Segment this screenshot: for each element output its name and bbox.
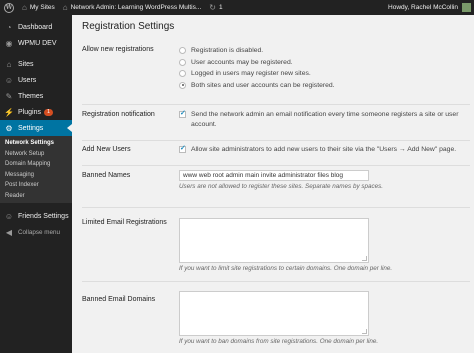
page-title: Registration Settings <box>82 21 175 32</box>
submenu-post-indexer[interactable]: Post Indexer <box>0 180 72 191</box>
limited-email-textarea[interactable] <box>179 218 369 263</box>
submenu-domain-mapping[interactable]: Domain Mapping <box>0 159 72 170</box>
radio-label: Both sites and user accounts can be regi… <box>191 81 335 89</box>
sidebar-item-label: Users <box>18 76 37 84</box>
add-new-users-label: Add New Users <box>82 146 131 153</box>
dashboard-icon: ◔ <box>6 22 12 32</box>
resize-handle-icon[interactable] <box>362 329 367 334</box>
sidebar-item-label: WPMU DEV <box>18 39 57 47</box>
my-sites-icon: ⌂ <box>22 3 27 12</box>
plugins-icon: ⚡ <box>4 107 14 117</box>
banned-email-textarea[interactable] <box>179 291 369 336</box>
radio-label: User accounts may be registered. <box>191 58 293 66</box>
submenu-network-settings[interactable]: Network Settings <box>0 138 72 149</box>
sidebar-item-label: Themes <box>18 92 44 100</box>
updates-icon: ↻ <box>209 3 216 12</box>
avatar <box>462 3 471 12</box>
registration-notification-checkbox[interactable] <box>179 109 186 119</box>
banned-email-label: Banned Email Domains <box>82 296 156 303</box>
sidebar-item-wpmudev[interactable]: ◉ WPMU DEV <box>0 35 72 51</box>
registration-option[interactable]: Both sites and user accounts can be regi… <box>179 80 469 92</box>
allow-registrations-options: Registration is disabled. User accounts … <box>179 45 469 91</box>
radio-button[interactable] <box>179 58 186 66</box>
sidebar-item-themes[interactable]: ✎ Themes <box>0 88 72 104</box>
wordpress-logo-icon: W <box>4 2 14 13</box>
sidebar-item-sites[interactable]: ⌂ Sites <box>0 56 72 72</box>
registration-option[interactable]: User accounts may be registered. <box>179 57 469 69</box>
banned-names-field: www web root admin main invite administr… <box>179 170 469 190</box>
settings-submenu: Network Settings Network Setup Domain Ma… <box>0 136 72 203</box>
updates-menu[interactable]: ↻ 1 <box>205 0 226 15</box>
add-new-users-field: Allow site administrators to add new use… <box>179 144 469 155</box>
banned-names-input[interactable]: www web root admin main invite administr… <box>179 170 369 181</box>
sidebar-item-friends-settings[interactable]: ☺ Friends Settings <box>0 208 72 224</box>
registration-option[interactable]: Logged in users may register new sites. <box>179 68 469 80</box>
banned-email-field: If you want to ban domains from site reg… <box>179 291 469 345</box>
divider <box>82 165 470 166</box>
friends-icon: ☺ <box>4 211 14 221</box>
checkbox-label: Send the network admin an email notifica… <box>191 111 459 128</box>
banned-email-description: If you want to ban domains from site reg… <box>179 338 379 345</box>
wp-logo-menu[interactable]: W <box>0 0 18 15</box>
checkbox-label: Allow site administrators to add new use… <box>191 146 457 153</box>
sidebar-item-label: Friends Settings <box>18 212 69 220</box>
sidebar-item-plugins[interactable]: ⚡ Plugins 1 <box>0 104 72 120</box>
submenu-reader[interactable]: Reader <box>0 191 72 202</box>
registration-option[interactable]: Registration is disabled. <box>179 45 469 57</box>
my-account-menu[interactable]: Howdy, Rachel McCollin <box>388 0 471 15</box>
resize-handle-icon[interactable] <box>362 256 367 261</box>
divider <box>82 104 470 105</box>
radio-label: Registration is disabled. <box>191 47 264 55</box>
registration-notification-label: Registration notification <box>82 111 155 118</box>
admin-sidebar: ◔ Dashboard ◉ WPMU DEV ⌂ Sites ☺ Users ✎… <box>0 15 72 353</box>
sites-icon: ⌂ <box>6 59 12 69</box>
sidebar-item-label: Settings <box>18 124 44 132</box>
radio-button[interactable] <box>179 47 186 55</box>
allow-registrations-label: Allow new registrations <box>82 46 154 53</box>
banned-names-description: Users are not allowed to register these … <box>179 183 384 190</box>
sidebar-item-users[interactable]: ☺ Users <box>0 72 72 88</box>
limited-email-label: Limited Email Registrations <box>82 219 167 226</box>
limited-email-field: If you want to limit site registrations … <box>179 218 469 272</box>
radio-button[interactable] <box>179 70 186 78</box>
sidebar-item-settings[interactable]: ⚙ Settings <box>0 120 72 136</box>
collapse-icon: ◀ <box>5 227 13 237</box>
radio-button[interactable] <box>179 81 186 89</box>
sidebar-item-label: Collapse menu <box>18 228 61 236</box>
sidebar-item-label: Sites <box>18 60 34 68</box>
divider <box>82 140 470 141</box>
admin-bar: W ⌂ My Sites ⌂ Network Admin: Learning W… <box>0 0 474 15</box>
home-icon: ⌂ <box>62 3 68 12</box>
my-sites-label: My Sites <box>29 4 55 11</box>
howdy-greeting: Howdy, Rachel McCollin <box>388 4 458 11</box>
submenu-network-setup[interactable]: Network Setup <box>0 149 72 160</box>
settings-icon: ⚙ <box>5 123 13 133</box>
banned-names-label: Banned Names <box>82 172 131 179</box>
wpmudev-icon: ◉ <box>5 38 13 48</box>
themes-icon: ✎ <box>5 91 13 101</box>
sidebar-item-label: Plugins <box>18 108 41 116</box>
add-new-users-checkbox[interactable] <box>179 144 186 154</box>
registration-notification-field: Send the network admin an email notifica… <box>179 109 469 129</box>
sidebar-item-label: Dashboard <box>18 23 53 31</box>
limited-email-description: If you want to limit site registrations … <box>179 265 393 272</box>
plugins-update-badge: 1 <box>43 108 54 116</box>
main-content: Registration Settings Allow new registra… <box>72 15 474 353</box>
submenu-messaging[interactable]: Messaging <box>0 170 72 181</box>
divider <box>82 281 470 282</box>
my-sites-menu[interactable]: ⌂ My Sites <box>18 0 59 15</box>
divider <box>82 207 470 208</box>
registration-notification-option[interactable]: Send the network admin an email notifica… <box>179 109 469 129</box>
network-admin-menu[interactable]: ⌂ Network Admin: Learning WordPress Mult… <box>59 0 206 15</box>
users-icon: ☺ <box>4 75 14 85</box>
radio-label: Logged in users may register new sites. <box>191 70 311 78</box>
add-new-users-option[interactable]: Allow site administrators to add new use… <box>179 144 469 155</box>
updates-count: 1 <box>218 4 223 11</box>
collapse-menu-button[interactable]: ◀ Collapse menu <box>0 224 72 240</box>
sidebar-item-dashboard[interactable]: ◔ Dashboard <box>0 19 72 35</box>
network-admin-label: Network Admin: Learning WordPress Multis… <box>70 4 202 11</box>
